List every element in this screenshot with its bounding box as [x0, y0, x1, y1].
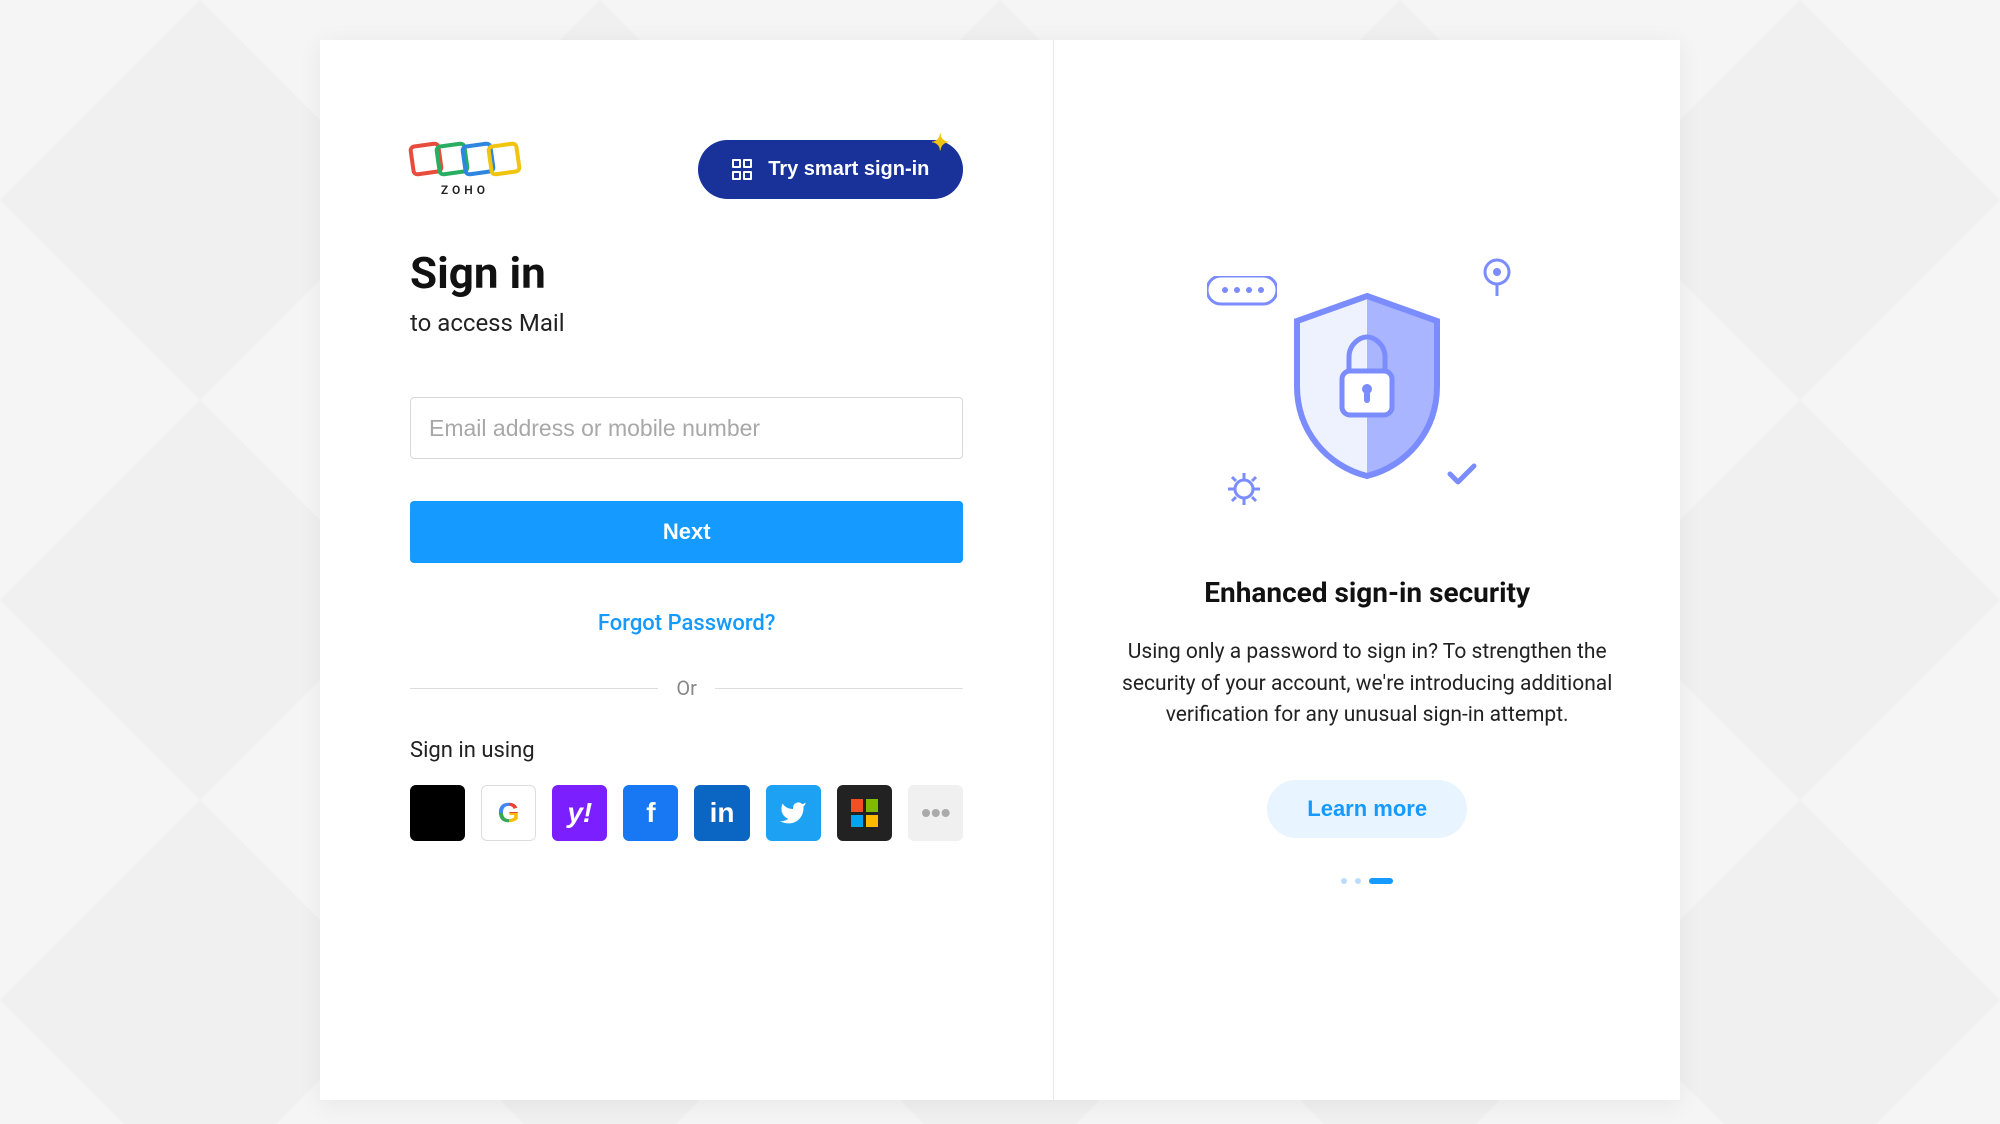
promo-title: Enhanced sign-in security	[1204, 576, 1530, 609]
carousel-dot[interactable]	[1355, 878, 1361, 884]
social-buttons-row: G y! f in •••	[410, 785, 963, 841]
facebook-icon: f	[646, 797, 655, 829]
zoho-logo-text: ZOHO	[441, 183, 489, 197]
linkedin-signin-button[interactable]: in	[694, 785, 749, 841]
google-signin-button[interactable]: G	[481, 785, 536, 841]
smart-signin-button[interactable]: ✦ Try smart sign-in	[698, 140, 963, 199]
check-icon	[1447, 462, 1477, 486]
password-dots-icon	[1207, 276, 1277, 306]
more-signin-button[interactable]: •••	[908, 785, 963, 841]
google-icon: G	[498, 797, 520, 829]
signin-subtitle: to access Mail	[410, 309, 963, 337]
or-divider: Or	[410, 676, 963, 700]
sparkle-icon: ✦	[931, 130, 949, 156]
more-icon: •••	[921, 797, 950, 829]
carousel-dots[interactable]	[1341, 878, 1393, 884]
promo-body: Using only a password to sign in? To str…	[1114, 637, 1620, 732]
twitter-signin-button[interactable]	[766, 785, 821, 841]
zoho-logo-icon	[410, 143, 520, 175]
zoho-logo: ZOHO	[410, 143, 520, 197]
or-label: Or	[658, 676, 715, 700]
learn-more-button[interactable]: Learn more	[1267, 780, 1467, 838]
shield-icon	[1287, 291, 1447, 481]
microsoft-signin-button[interactable]	[837, 785, 893, 841]
qr-icon	[732, 159, 754, 181]
gear-icon	[1227, 472, 1261, 506]
facebook-signin-button[interactable]: f	[623, 785, 678, 841]
pin-icon	[1477, 256, 1517, 296]
smart-signin-label: Try smart sign-in	[768, 158, 929, 181]
email-input[interactable]	[410, 397, 963, 459]
twitter-icon	[779, 799, 807, 827]
yahoo-signin-button[interactable]: y!	[552, 785, 607, 841]
linkedin-icon: in	[710, 797, 735, 829]
signin-title: Sign in	[410, 247, 963, 299]
yahoo-icon: y!	[567, 797, 592, 829]
signin-using-label: Sign in using	[410, 738, 963, 763]
security-illustration	[1227, 256, 1507, 516]
header-row: ZOHO ✦ Try smart sign-in	[410, 140, 963, 199]
microsoft-icon	[851, 799, 879, 827]
carousel-dot-active[interactable]	[1369, 878, 1393, 884]
signin-panel: ZOHO ✦ Try smart sign-in Sign in to acce…	[320, 40, 1054, 1100]
forgot-password-link[interactable]: Forgot Password?	[410, 611, 963, 636]
carousel-dot[interactable]	[1341, 878, 1347, 884]
next-button[interactable]: Next	[410, 501, 963, 563]
signin-card: ZOHO ✦ Try smart sign-in Sign in to acce…	[320, 40, 1680, 1100]
promo-panel: Enhanced sign-in security Using only a p…	[1054, 40, 1680, 1100]
apple-signin-button[interactable]	[410, 785, 465, 841]
